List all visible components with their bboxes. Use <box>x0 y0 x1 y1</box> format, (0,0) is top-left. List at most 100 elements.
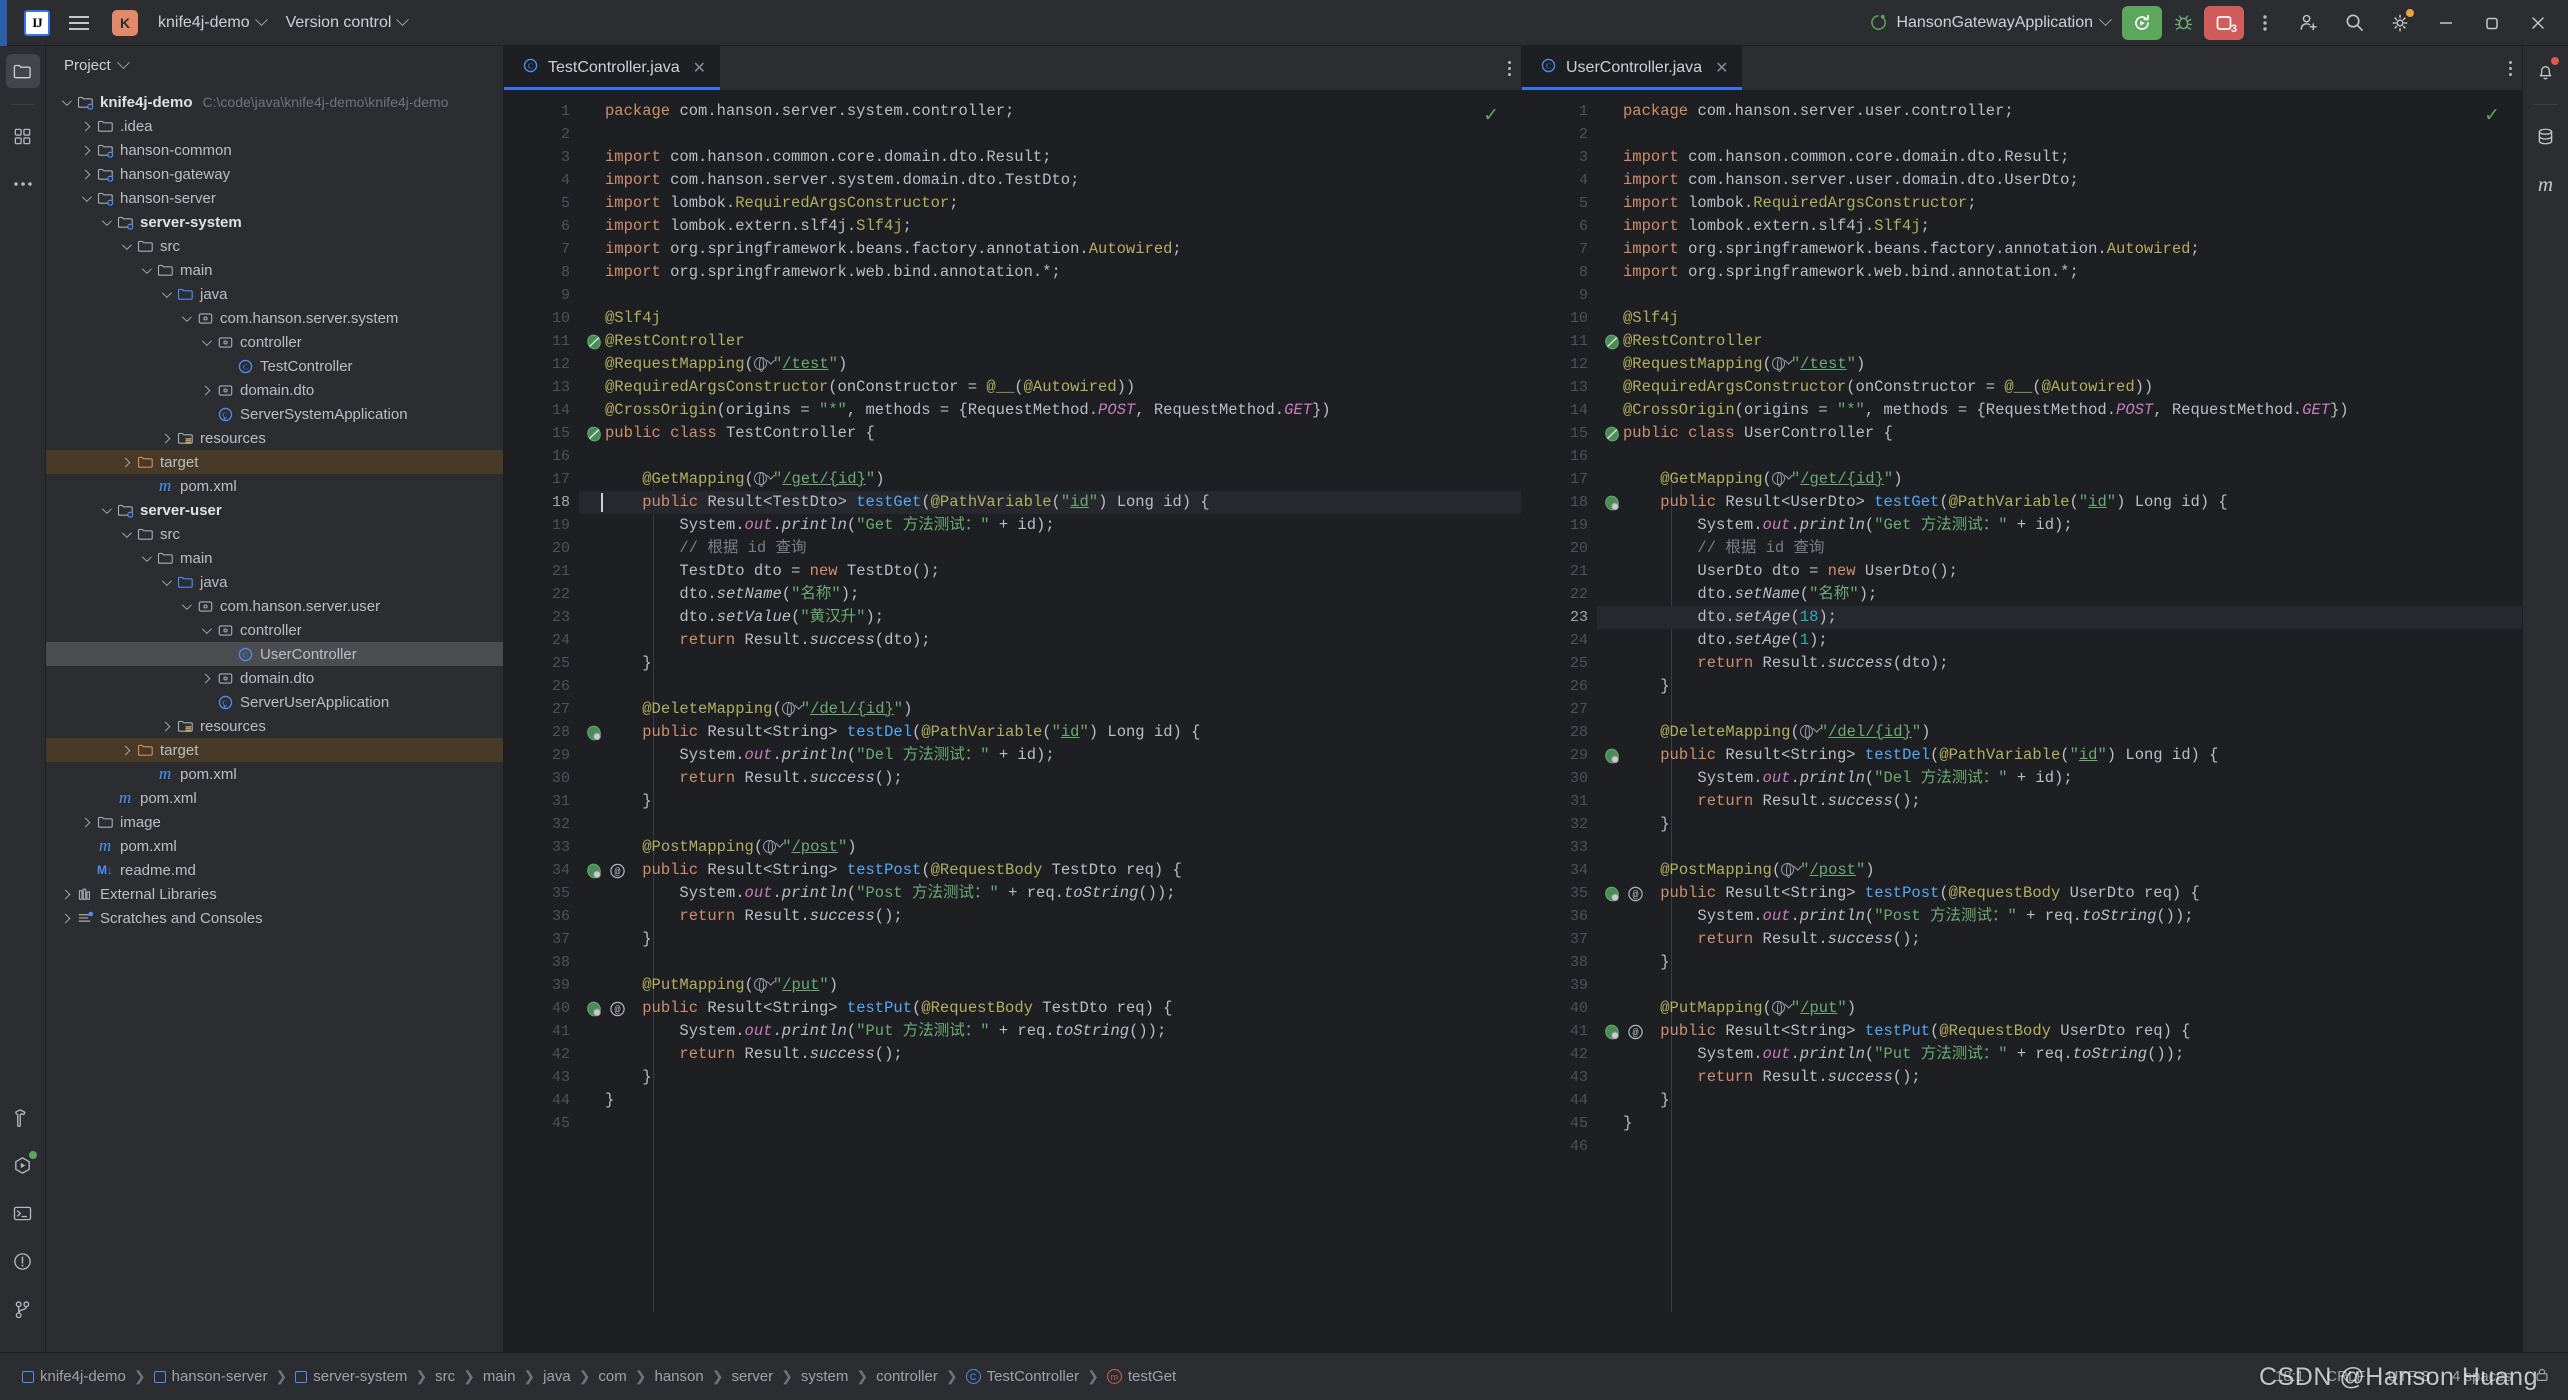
sidebar-item-notifications[interactable] <box>2529 54 2563 88</box>
code-line[interactable]: import org.springframework.beans.factory… <box>1597 238 2522 261</box>
code-line[interactable]: package com.hanson.server.system.control… <box>579 100 1521 123</box>
breadcrumb-item-java[interactable]: java <box>537 1368 577 1385</box>
sidebar-item-terminal[interactable] <box>6 1196 40 1230</box>
chevron-down-icon[interactable] <box>76 191 94 202</box>
tree-node-server-system[interactable]: server-system <box>46 210 503 234</box>
code-line[interactable]: return Result.success(dto); <box>579 629 1521 652</box>
code-line[interactable]: @GetMapping("/get/{id}") <box>1597 468 2522 491</box>
code-line[interactable]: @PutMapping("/put") <box>579 974 1521 997</box>
code-line[interactable]: import lombok.extern.slf4j.Slf4j; <box>579 215 1521 238</box>
tree-node-controller[interactable]: controller <box>46 618 503 642</box>
lock-icon[interactable] <box>2534 1367 2550 1387</box>
tree-node-server-user[interactable]: server-user <box>46 498 503 522</box>
code-line[interactable]: import com.hanson.common.core.domain.dto… <box>1597 146 2522 169</box>
chevron-right-icon[interactable] <box>156 721 174 731</box>
settings-button[interactable] <box>2378 0 2422 46</box>
code-line[interactable] <box>579 1112 1521 1135</box>
code-line[interactable]: } <box>1597 813 2522 836</box>
tree-node-external-libraries[interactable]: External Libraries <box>46 882 503 906</box>
code-line[interactable]: import lombok.RequiredArgsConstructor; <box>579 192 1521 215</box>
code-line[interactable]: System.out.println("Get 方法测试：" + id); <box>1597 514 2522 537</box>
chevron-right-icon[interactable] <box>116 457 134 467</box>
tree-node-src[interactable]: src <box>46 522 503 546</box>
code-line[interactable]: // 根据 id 查询 <box>579 537 1521 560</box>
code-line[interactable]: import org.springframework.web.bind.anno… <box>579 261 1521 284</box>
tree-node-pom-xml[interactable]: m pom.xml <box>46 762 503 786</box>
tree-node-domain-dto[interactable]: domain.dto <box>46 378 503 402</box>
code-line[interactable]: @RequiredArgsConstructor(onConstructor =… <box>579 376 1521 399</box>
code-line[interactable]: dto.setAge(18); <box>1597 606 2522 629</box>
chevron-down-icon[interactable] <box>96 215 114 226</box>
code-line[interactable] <box>579 123 1521 146</box>
code-line[interactable]: @DeleteMapping("/del/{id}") <box>579 698 1521 721</box>
breadcrumb-item-src[interactable]: src <box>429 1368 461 1385</box>
chevron-right-icon[interactable] <box>76 145 94 155</box>
code-line[interactable] <box>1597 123 2522 146</box>
inspection-status-ok-icon[interactable]: ✓ <box>1483 104 1499 127</box>
breadcrumb[interactable]: knife4j-demo ❯ hanson-server ❯ server-system… <box>0 1368 1182 1385</box>
minimize-button[interactable] <box>2424 0 2468 46</box>
breadcrumb-item-main[interactable]: main <box>477 1368 522 1385</box>
tab-UserController.java[interactable]: C UserController.java ✕ <box>1522 46 1743 90</box>
code-content[interactable]: package com.hanson.server.user.controlle… <box>1597 90 2522 1352</box>
code-line[interactable]: public Result<String> testDel(@PathVaria… <box>579 721 1521 744</box>
tree-node-com-hanson-server-system[interactable]: com.hanson.server.system <box>46 306 503 330</box>
code-line[interactable]: } <box>579 1066 1521 1089</box>
code-line[interactable]: public class TestController { <box>579 422 1521 445</box>
editor-gutter[interactable]: 1 2 3 4 5 6 7 8 9 10 11 12 13 14 15 16 17 18 19 20 21 22 23 24 2… <box>504 90 625 1352</box>
tree-node-hanson-common[interactable]: hanson-common <box>46 138 503 162</box>
code-line[interactable]: dto.setName("名称"); <box>1597 583 2522 606</box>
code-line[interactable]: @DeleteMapping("/del/{id}") <box>1597 721 2522 744</box>
tree-node-readme-md[interactable]: M↓ readme.md <box>46 858 503 882</box>
chevron-down-icon[interactable] <box>196 335 214 346</box>
code-line[interactable]: return Result.success(); <box>1597 928 2522 951</box>
code-line[interactable]: UserDto dto = new UserDto(); <box>1597 560 2522 583</box>
code-line[interactable]: System.out.println("Put 方法测试：" + req.toS… <box>1597 1043 2522 1066</box>
code-line[interactable] <box>579 445 1521 468</box>
tree-node-resources[interactable]: resources <box>46 714 503 738</box>
sidebar-item-project[interactable] <box>5 54 40 88</box>
tree-node-pom-xml[interactable]: m pom.xml <box>46 474 503 498</box>
inspection-status-ok-icon[interactable]: ✓ <box>2484 104 2500 127</box>
code-line[interactable]: public Result<String> testPut(@RequestBo… <box>1597 1020 2522 1043</box>
more-actions-button[interactable] <box>2246 6 2284 40</box>
code-line[interactable] <box>1597 974 2522 997</box>
editor-gutter[interactable]: 1 2 3 4 5 6 7 8 9 10 11 12 13 14 15 16 17 18 19 20 21 22 23 24 2… <box>1522 90 1643 1352</box>
chevron-down-icon[interactable] <box>136 263 154 274</box>
code-line[interactable] <box>579 951 1521 974</box>
project-selector[interactable]: knife4j-demo <box>148 6 276 40</box>
search-everywhere-button[interactable] <box>2332 0 2376 46</box>
code-line[interactable]: public Result<UserDto> testGet(@PathVari… <box>1597 491 2522 514</box>
add-account-button[interactable] <box>2286 0 2330 46</box>
tree-node-usercontroller[interactable]: C UserController <box>46 642 503 666</box>
file-encoding[interactable]: UTF-8 <box>2387 1368 2430 1385</box>
tree-node-pom-xml[interactable]: m pom.xml <box>46 786 503 810</box>
code-line[interactable]: @RequestMapping("/test") <box>1597 353 2522 376</box>
code-line[interactable] <box>579 675 1521 698</box>
breadcrumb-item-com[interactable]: com <box>592 1368 632 1385</box>
code-line[interactable]: } <box>579 1089 1521 1112</box>
tree-node-image[interactable]: image <box>46 810 503 834</box>
chevron-down-icon[interactable] <box>156 287 174 298</box>
code-line[interactable]: System.out.println("Get 方法测试：" + id); <box>579 514 1521 537</box>
code-line[interactable] <box>1597 1135 2522 1158</box>
code-line[interactable]: public Result<String> testPost(@RequestB… <box>1597 882 2522 905</box>
chevron-down-icon[interactable] <box>196 623 214 634</box>
code-line[interactable]: @RequestMapping("/test") <box>579 353 1521 376</box>
sidebar-item-problems[interactable] <box>6 1244 40 1278</box>
tree-node-hanson-gateway[interactable]: hanson-gateway <box>46 162 503 186</box>
sidebar-item-services[interactable] <box>6 1148 40 1182</box>
close-icon[interactable]: ✕ <box>693 58 706 78</box>
code-line[interactable]: } <box>1597 1112 2522 1135</box>
tree-node-java[interactable]: java <box>46 570 503 594</box>
close-icon[interactable]: ✕ <box>1715 58 1728 78</box>
sidebar-item-build[interactable] <box>6 1100 40 1134</box>
code-line[interactable]: package com.hanson.server.user.controlle… <box>1597 100 2522 123</box>
tree-node-main[interactable]: main <box>46 546 503 570</box>
code-line[interactable]: public class UserController { <box>1597 422 2522 445</box>
code-line[interactable]: @RequiredArgsConstructor(onConstructor =… <box>1597 376 2522 399</box>
editor-options-icon[interactable] <box>1508 60 1511 76</box>
code-line[interactable]: import org.springframework.web.bind.anno… <box>1597 261 2522 284</box>
debug-button[interactable] <box>2164 6 2202 40</box>
code-line[interactable]: @CrossOrigin(origins = "*", methods = {R… <box>1597 399 2522 422</box>
